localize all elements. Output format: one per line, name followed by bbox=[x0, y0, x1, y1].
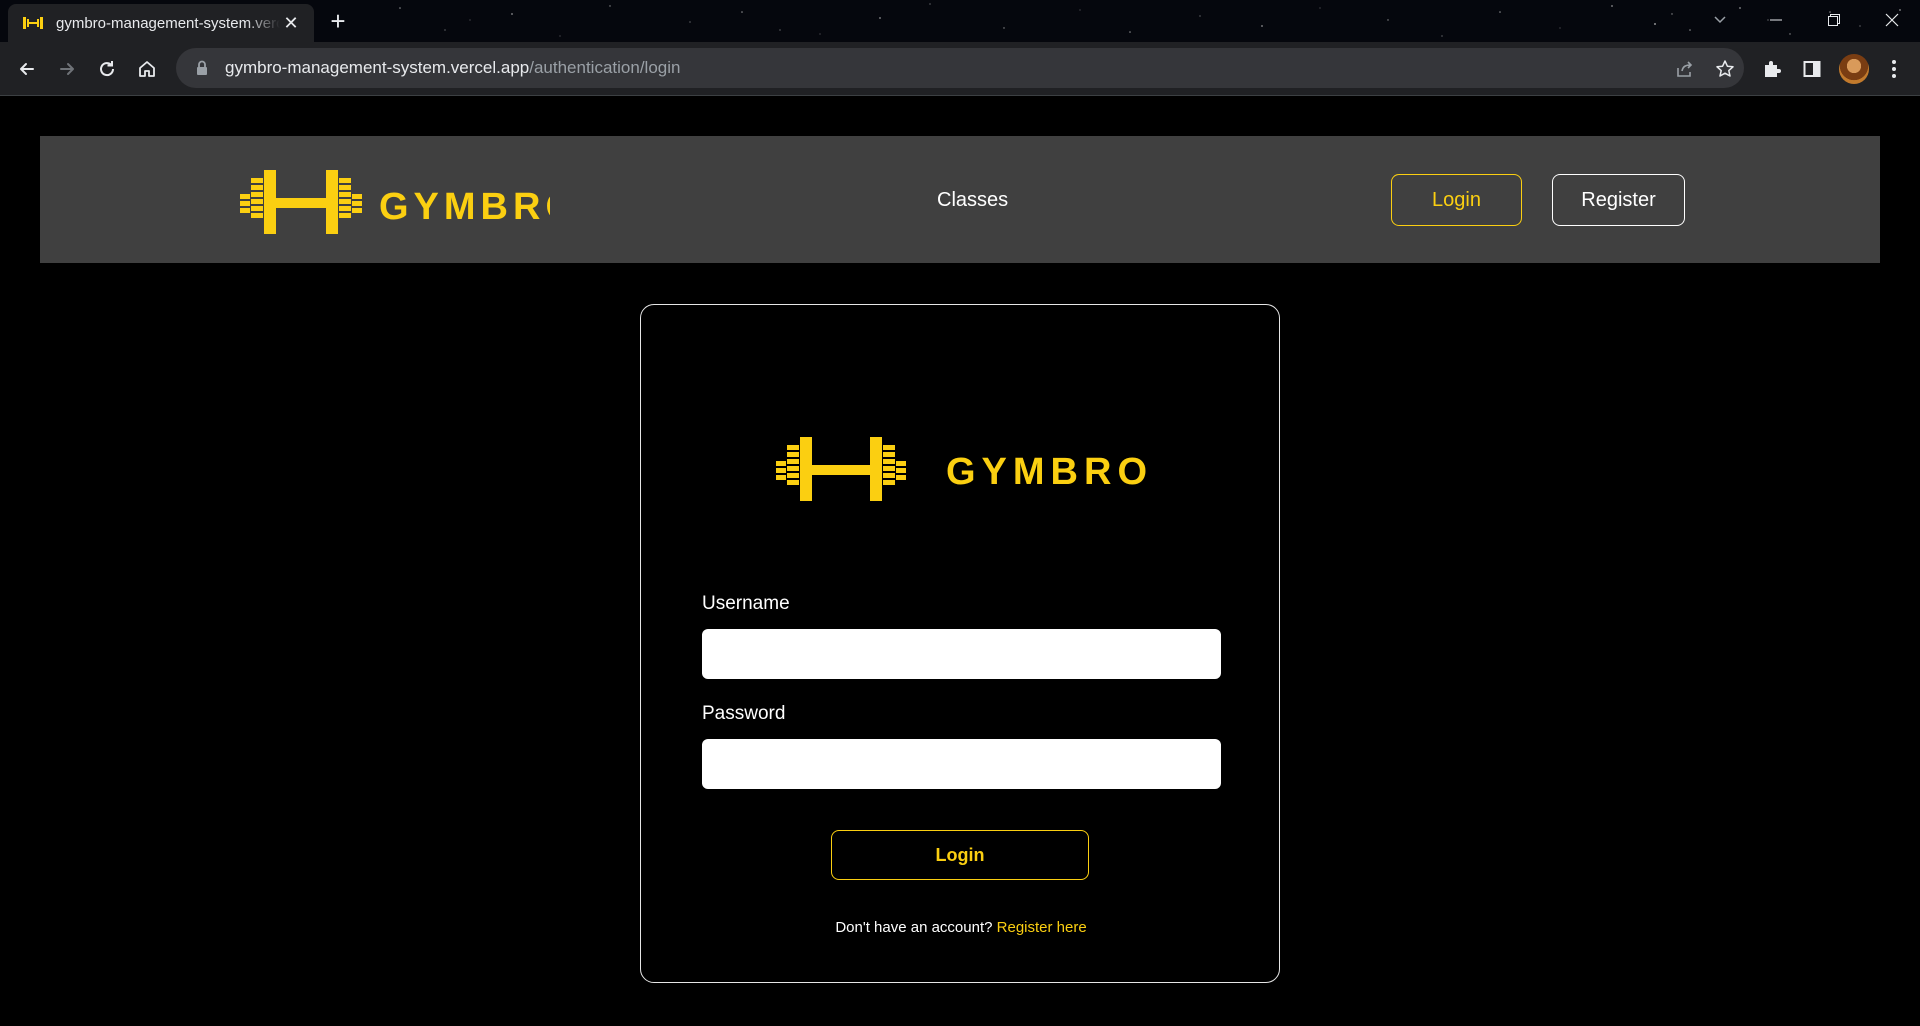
address-bar[interactable]: gymbro-management-system.vercel.app/auth… bbox=[176, 48, 1744, 88]
logo-wordmark: GYMBROS bbox=[946, 451, 1146, 493]
page-viewport: GYMBROS Classes Login Register GYMBROS U… bbox=[0, 97, 1920, 1026]
browser-toolbar: gymbro-management-system.vercel.app/auth… bbox=[0, 42, 1920, 96]
bookmark-button[interactable] bbox=[1712, 56, 1738, 82]
share-icon bbox=[1677, 61, 1693, 77]
new-tab-button[interactable]: + bbox=[324, 8, 352, 36]
side-panel-icon bbox=[1803, 61, 1821, 77]
browser-tab-strip: gymbro-management-system.vercel.app ✕ + bbox=[0, 0, 1920, 42]
login-submit-button[interactable]: Login bbox=[831, 830, 1089, 880]
username-input[interactable] bbox=[702, 629, 1221, 679]
url-path: /authentication/login bbox=[529, 58, 681, 77]
gymbros-logo[interactable]: GYMBROS bbox=[240, 166, 550, 238]
nav-register-button[interactable]: Register bbox=[1552, 174, 1685, 226]
gymbros-logo: GYMBROS bbox=[776, 437, 1146, 501]
profile-avatar[interactable] bbox=[1839, 54, 1869, 84]
url-text[interactable]: gymbro-management-system.vercel.app/auth… bbox=[225, 58, 680, 78]
nav-link-classes[interactable]: Classes bbox=[937, 189, 1008, 212]
forward-arrow-icon bbox=[60, 63, 74, 75]
home-icon bbox=[139, 61, 155, 77]
url-domain: gymbro-management-system.vercel.app bbox=[225, 58, 530, 77]
share-button[interactable] bbox=[1672, 56, 1698, 82]
reload-button[interactable] bbox=[92, 54, 122, 84]
back-button[interactable] bbox=[12, 54, 42, 84]
side-panel-button[interactable] bbox=[1797, 54, 1827, 84]
password-input[interactable] bbox=[702, 739, 1221, 789]
minimize-button[interactable] bbox=[1748, 0, 1804, 40]
login-card: GYMBROS Username Password Login Don't ha… bbox=[640, 304, 1280, 983]
back-arrow-icon bbox=[20, 63, 34, 75]
tab-search-chevron-icon[interactable] bbox=[1710, 8, 1730, 32]
logo-wordmark: GYMBROS bbox=[379, 186, 550, 228]
lock-icon[interactable] bbox=[192, 58, 212, 78]
username-label: Username bbox=[702, 593, 790, 614]
restore-button[interactable] bbox=[1806, 0, 1862, 40]
home-button[interactable] bbox=[132, 54, 162, 84]
tab-title: gymbro-management-system.vercel.app bbox=[56, 14, 280, 32]
minimize-icon bbox=[1770, 19, 1782, 21]
browser-menu-button[interactable] bbox=[1879, 54, 1909, 84]
forward-button[interactable] bbox=[52, 54, 82, 84]
browser-tab-active[interactable]: gymbro-management-system.vercel.app ✕ bbox=[8, 4, 314, 42]
reload-icon bbox=[100, 61, 115, 77]
gymbros-favicon-icon bbox=[23, 17, 43, 29]
close-icon bbox=[1885, 13, 1899, 27]
extensions-button[interactable] bbox=[1757, 54, 1787, 84]
site-navbar: GYMBROS Classes Login Register bbox=[40, 136, 1880, 263]
signup-prompt-text: Don't have an account? bbox=[835, 919, 993, 936]
register-here-link[interactable]: Register here bbox=[997, 919, 1087, 936]
signup-prompt: Don't have an account? Register here bbox=[641, 919, 1281, 936]
tab-close-icon[interactable]: ✕ bbox=[280, 12, 302, 34]
close-window-button[interactable] bbox=[1864, 0, 1920, 40]
puzzle-icon bbox=[1765, 61, 1781, 77]
nav-login-button[interactable]: Login bbox=[1391, 174, 1522, 226]
password-label: Password bbox=[702, 703, 786, 724]
star-icon bbox=[1716, 60, 1734, 77]
restore-icon bbox=[1828, 14, 1840, 26]
kebab-menu-icon bbox=[1892, 60, 1896, 78]
